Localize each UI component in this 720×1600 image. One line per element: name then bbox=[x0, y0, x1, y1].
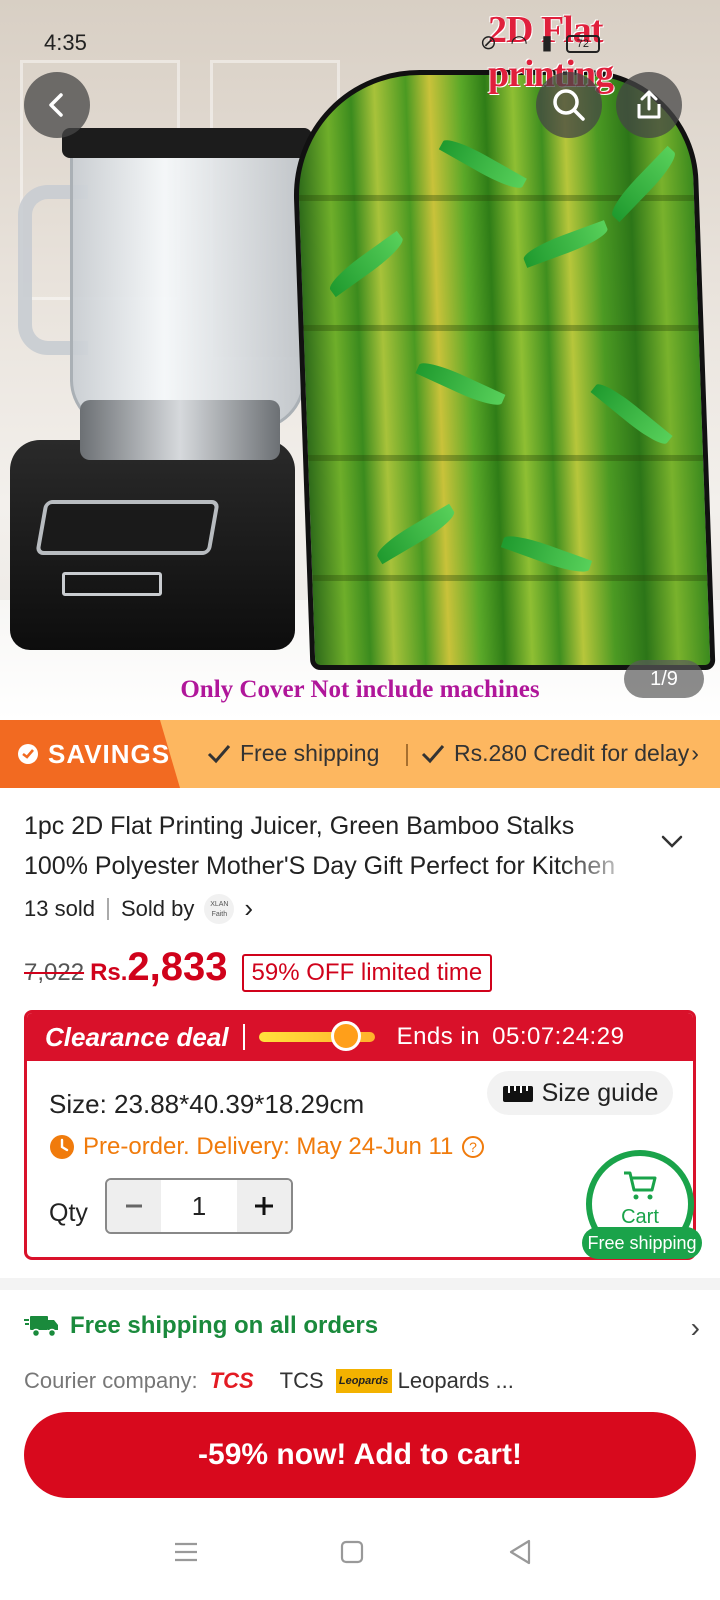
quantity-value[interactable]: 1 bbox=[161, 1180, 237, 1232]
discount-badge: 59% OFF limited time bbox=[241, 954, 493, 992]
search-icon bbox=[553, 89, 585, 121]
size-guide-button[interactable]: Size guide bbox=[487, 1071, 673, 1115]
product-title: 1pc 2D Flat Printing Juicer, Green Bambo… bbox=[24, 812, 616, 880]
timer-progress-bar bbox=[258, 1021, 375, 1051]
bottom-action-bar: -59% now! Add to cart! bbox=[0, 1396, 720, 1506]
divider bbox=[106, 897, 109, 920]
system-nav-bar bbox=[0, 1506, 720, 1600]
decrement-button[interactable] bbox=[107, 1180, 161, 1232]
clock-icon bbox=[330, 1021, 361, 1051]
share-icon bbox=[637, 90, 661, 119]
perk-free-shipping: Free shipping bbox=[206, 740, 379, 767]
minus-icon bbox=[126, 1204, 142, 1208]
signal-icon: ▮ bbox=[541, 32, 557, 54]
chevron-right-icon: › bbox=[691, 740, 699, 766]
status-icons: ⊘ ◠ ▮ 72 bbox=[480, 30, 600, 55]
quantity-stepper: 1 bbox=[105, 1178, 293, 1234]
image-counter: 1/9 bbox=[624, 660, 704, 698]
battery-icon: 72 bbox=[565, 34, 600, 53]
product-image-carousel[interactable]: 2D Flat printing Only Cover Not include … bbox=[0, 0, 720, 720]
badge-check-icon bbox=[18, 744, 38, 764]
blender-collar bbox=[80, 400, 280, 460]
chevron-down-icon[interactable] bbox=[660, 834, 684, 850]
ruler-icon bbox=[502, 1086, 533, 1102]
sold-count: 13 sold bbox=[24, 895, 95, 921]
shipping-row[interactable]: Free shipping on all orders › bbox=[24, 1312, 700, 1343]
help-icon[interactable]: ? bbox=[461, 1135, 485, 1159]
size-row: Size: 23.88*40.39*18.29cm bbox=[49, 1089, 364, 1120]
mute-icon: ⊘ bbox=[480, 32, 501, 54]
section-divider bbox=[0, 1278, 720, 1290]
blender-jar bbox=[70, 130, 305, 430]
ends-in-label: Ends in bbox=[396, 1023, 481, 1050]
savings-label: SAVINGS bbox=[48, 738, 171, 769]
clock-icon bbox=[50, 1135, 74, 1159]
blender-control-panel bbox=[35, 500, 220, 555]
courier-row: Courier company: TCS TCS Leopards Leopar… bbox=[24, 1368, 514, 1394]
preorder-text: Pre-order. Delivery: May 24-Jun 11 bbox=[83, 1133, 454, 1160]
chevron-right-icon: › bbox=[244, 893, 254, 923]
back-button[interactable] bbox=[24, 72, 90, 138]
courier-name: Leopards ... bbox=[397, 1368, 514, 1393]
image-overlay-caption: Only Cover Not include machines bbox=[180, 676, 540, 703]
increment-button[interactable] bbox=[237, 1180, 291, 1232]
size-guide-label: Size guide bbox=[541, 1078, 659, 1107]
tcs-logo: TCS bbox=[209, 1368, 254, 1393]
currency-symbol: Rs. bbox=[90, 959, 128, 986]
qty-label: Qty bbox=[49, 1199, 88, 1227]
plus-icon bbox=[255, 1197, 273, 1215]
chevron-right-icon: › bbox=[690, 1312, 700, 1343]
perk-label: Rs.280 Credit for delay bbox=[454, 740, 690, 766]
leopards-logo: Leopards bbox=[335, 1369, 392, 1393]
checkmark-icon bbox=[207, 744, 231, 763]
checkmark-icon bbox=[421, 744, 445, 763]
seller-logo[interactable]: XLAN Faith bbox=[204, 893, 235, 924]
status-bar: 4:35 ⊘ ◠ ▮ 72 bbox=[0, 0, 720, 80]
share-button[interactable] bbox=[616, 72, 682, 138]
size-label: Size: bbox=[49, 1089, 107, 1119]
savings-tag: SAVINGS bbox=[0, 720, 180, 788]
home-nav-button[interactable] bbox=[332, 1532, 372, 1572]
title-fade bbox=[560, 846, 640, 886]
sold-row[interactable]: 13 sold Sold by XLAN Faith › bbox=[24, 893, 253, 924]
original-price: 7,022 bbox=[24, 959, 85, 986]
back-triangle-icon bbox=[509, 1539, 531, 1565]
courier-label: Courier company: bbox=[24, 1368, 198, 1393]
divider bbox=[242, 1024, 245, 1050]
svg-text:?: ? bbox=[469, 1139, 477, 1155]
wifi-icon: ◠ bbox=[510, 32, 532, 54]
price-row: 7,022 Rs. 2,833 59% OFF limited time bbox=[24, 945, 493, 992]
chevron-left-icon bbox=[49, 93, 63, 117]
menu-nav-button[interactable] bbox=[166, 1532, 206, 1572]
countdown-timer: 05:07:24:29 bbox=[492, 1023, 625, 1050]
shipping-headline: Free shipping on all orders bbox=[70, 1312, 379, 1339]
blender-label bbox=[62, 572, 162, 596]
perk-label: Free shipping bbox=[240, 740, 380, 766]
sold-by-label: Sold by bbox=[120, 895, 195, 921]
status-time: 4:35 bbox=[44, 30, 87, 55]
clearance-title: Clearance deal bbox=[45, 1021, 229, 1052]
add-to-cart-button[interactable]: -59% now! Add to cart! bbox=[24, 1412, 696, 1498]
preorder-row[interactable]: Pre-order. Delivery: May 24-Jun 11 ? bbox=[49, 1133, 485, 1161]
perk-delay-credit: Rs.280 Credit for delay › bbox=[420, 740, 699, 767]
bamboo-cover bbox=[289, 70, 716, 670]
current-price: 2,833 bbox=[127, 945, 228, 989]
perk-divider bbox=[406, 744, 408, 766]
size-value: 23.88*40.39*18.29cm bbox=[114, 1089, 365, 1119]
search-button[interactable] bbox=[536, 72, 602, 138]
cart-icon bbox=[624, 1171, 657, 1200]
free-shipping-badge: Free shipping bbox=[582, 1227, 702, 1259]
courier-name: TCS bbox=[279, 1368, 324, 1393]
clearance-header: Clearance deal Ends in 05:07:24:29 bbox=[27, 1013, 693, 1061]
cart-label: Cart bbox=[621, 1206, 659, 1228]
blender-lid bbox=[62, 128, 312, 158]
savings-bar[interactable]: SAVINGS Free shipping Rs.280 Credit for … bbox=[0, 720, 720, 788]
truck-icon bbox=[24, 1316, 58, 1338]
menu-icon bbox=[175, 1542, 197, 1562]
home-square-icon bbox=[340, 1540, 364, 1564]
back-nav-button[interactable] bbox=[500, 1532, 540, 1572]
